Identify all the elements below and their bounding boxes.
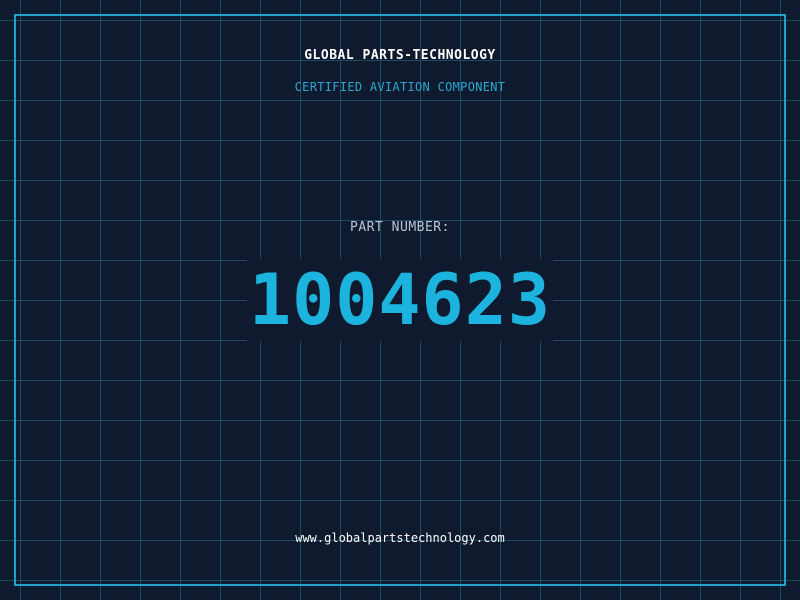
website-url: www.globalpartstechnology.com — [295, 531, 505, 545]
part-number-label: PART NUMBER: — [350, 220, 450, 235]
tagline: CERTIFIED AVIATION COMPONENT — [294, 80, 506, 94]
part-label-card: GLOBAL PARTS-TECHNOLOGY CERTIFIED AVIATI… — [0, 0, 800, 600]
brand-name: GLOBAL PARTS-TECHNOLOGY — [304, 48, 496, 63]
part-number-value: 1004623 — [0, 259, 800, 341]
part-number-text: 1004623 — [246, 259, 553, 341]
